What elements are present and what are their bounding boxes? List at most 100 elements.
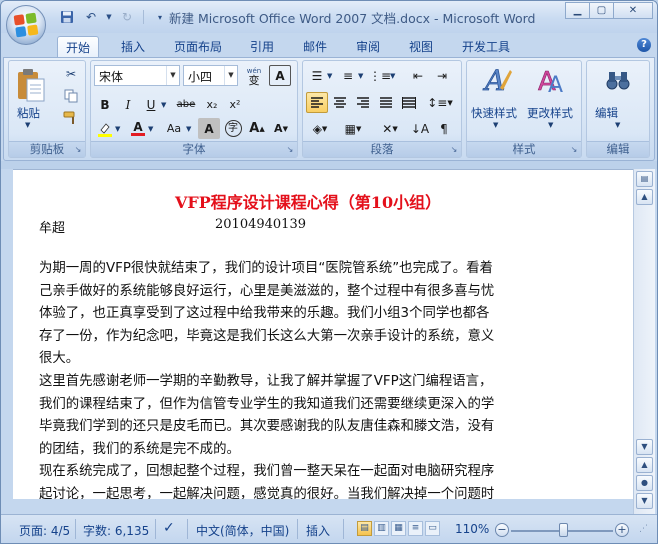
paste-icon[interactable] [15, 65, 47, 105]
format-painter-icon[interactable] [61, 109, 81, 127]
highlight-button[interactable] [94, 118, 116, 139]
tab-insert[interactable]: 插入 [113, 36, 153, 57]
draft-view-icon[interactable]: ▭ [425, 521, 440, 536]
language-indicator[interactable]: 中文(简体，中国) [196, 522, 289, 539]
tab-review[interactable]: 审阅 [348, 36, 388, 57]
previous-page-icon[interactable]: ▲ [636, 457, 653, 473]
copy-icon[interactable] [61, 87, 81, 105]
editing-dropdown-icon[interactable]: ▼ [615, 121, 620, 129]
vertical-scrollbar[interactable]: ▤ ▲ ▼ ▲ ● ▼ [633, 169, 655, 514]
shrink-font-button[interactable]: A ▼ [270, 118, 292, 139]
grow-font-button[interactable]: A ▲ [246, 118, 268, 139]
redo-icon[interactable]: ↻ [117, 8, 137, 26]
editing-button[interactable]: 编辑 [595, 105, 618, 121]
multilevel-dropdown-icon[interactable]: ▼ [390, 72, 395, 80]
font-launcher-icon[interactable]: ↘ [285, 145, 295, 155]
outline-view-icon[interactable]: ≡ [408, 521, 423, 536]
change-styles-dropdown-icon[interactable]: ▼ [548, 121, 553, 129]
font-color-button[interactable]: A [127, 118, 149, 139]
tab-developer[interactable]: 开发工具 [454, 36, 518, 57]
line-spacing-icon[interactable]: ↕≡ ▼ [425, 92, 455, 113]
change-styles-button[interactable]: 更改样式 [527, 105, 573, 121]
multilevel-list-icon[interactable]: ⋮≡ [369, 65, 391, 86]
justify-icon[interactable] [375, 92, 397, 113]
tab-page-layout[interactable]: 页面布局 [166, 36, 230, 57]
change-case-dropdown-icon[interactable]: ▼ [186, 125, 191, 133]
align-center-icon[interactable] [329, 92, 351, 113]
clipboard-launcher-icon[interactable]: ↘ [73, 145, 83, 155]
numbering-dropdown-icon[interactable]: ▼ [358, 72, 363, 80]
underline-button[interactable]: U [140, 94, 162, 115]
binoculars-icon[interactable] [603, 65, 633, 95]
shading-icon[interactable]: ◈ ▼ [306, 118, 334, 139]
browse-object-icon[interactable]: ● [636, 475, 653, 491]
full-screen-reading-icon[interactable]: ▥ [374, 521, 389, 536]
undo-icon[interactable]: ↶ [81, 8, 101, 26]
numbering-icon[interactable]: ≡ [337, 65, 359, 86]
font-color-dropdown-icon[interactable]: ▼ [148, 125, 153, 133]
scroll-up-icon[interactable]: ▲ [636, 189, 653, 205]
tab-home[interactable]: 开始 [57, 36, 100, 57]
tab-mailings[interactable]: 邮件 [295, 36, 335, 57]
print-layout-icon[interactable]: ▤ [357, 521, 372, 536]
quick-styles-icon[interactable]: A [481, 63, 515, 97]
change-case-button[interactable]: Aa [161, 118, 187, 139]
enclose-characters-button[interactable]: 字 [222, 118, 244, 139]
proofing-icon[interactable]: ✓ [163, 520, 175, 536]
align-right-icon[interactable] [352, 92, 374, 113]
ruler-toggle-icon[interactable]: ▤ [636, 171, 653, 187]
distributed-icon[interactable] [398, 92, 420, 113]
undo-dropdown-icon[interactable]: ▼ [105, 8, 113, 26]
show-marks-icon[interactable]: ¶ [433, 118, 455, 139]
page-indicator[interactable]: 页面: 4/5 [19, 522, 70, 539]
document-page[interactable]: VFP程序设计课程心得（第10小组） 牟超 20104940139 为期一周的V… [13, 169, 633, 499]
character-shading-button[interactable]: A [198, 118, 220, 139]
tab-references[interactable]: 引用 [242, 36, 282, 57]
italic-button[interactable]: I [117, 94, 139, 115]
font-size-dropdown-icon[interactable]: ▼ [224, 66, 237, 85]
paste-dropdown-icon[interactable]: ▼ [25, 121, 30, 129]
character-border-button[interactable]: A [269, 65, 291, 86]
font-name-dropdown-icon[interactable]: ▼ [166, 66, 179, 85]
next-page-icon[interactable]: ▼ [636, 493, 653, 509]
web-layout-icon[interactable]: ▦ [391, 521, 406, 536]
decrease-indent-icon[interactable]: ⇤ [407, 65, 429, 86]
align-left-icon[interactable] [306, 92, 328, 113]
phonetic-guide-button[interactable]: wén 变 [242, 65, 266, 86]
quick-styles-button[interactable]: 快速样式 [471, 105, 517, 121]
superscript-button[interactable]: x² [224, 94, 246, 115]
paste-button[interactable]: 粘贴 [17, 105, 40, 121]
zoom-level[interactable]: 110% [455, 522, 489, 536]
minimize-button[interactable]: ▁ [565, 2, 590, 19]
zoom-in-button[interactable]: + [615, 523, 629, 537]
change-styles-icon[interactable]: AA [535, 63, 569, 97]
customize-qat-icon[interactable]: ▾ [150, 8, 170, 26]
subscript-button[interactable]: x₂ [201, 94, 223, 115]
styles-launcher-icon[interactable]: ↘ [569, 145, 579, 155]
resize-grip-icon[interactable]: ⋰ [639, 524, 648, 534]
close-button[interactable]: ✕ [613, 2, 653, 19]
save-icon[interactable] [57, 8, 77, 26]
highlight-dropdown-icon[interactable]: ▼ [115, 125, 120, 133]
word-count[interactable]: 字数: 6,135 [83, 522, 149, 539]
zoom-out-button[interactable]: − [495, 523, 509, 537]
scroll-down-icon[interactable]: ▼ [636, 439, 653, 455]
maximize-button[interactable]: ▢ [589, 2, 614, 19]
underline-dropdown-icon[interactable]: ▼ [161, 101, 166, 109]
bullets-dropdown-icon[interactable]: ▼ [327, 72, 332, 80]
font-size-combo[interactable]: 小四 ▼ [183, 65, 238, 86]
bold-button[interactable]: B [94, 94, 116, 115]
bullets-icon[interactable]: ☰ [306, 65, 328, 86]
font-name-combo[interactable]: 宋体 ▼ [94, 65, 180, 86]
chinese-layout-icon[interactable]: ✕ ▼ [375, 118, 405, 139]
quick-styles-dropdown-icon[interactable]: ▼ [493, 121, 498, 129]
paragraph-launcher-icon[interactable]: ↘ [449, 145, 459, 155]
increase-indent-icon[interactable]: ⇥ [431, 65, 453, 86]
tab-view[interactable]: 视图 [401, 36, 441, 57]
office-button[interactable] [6, 5, 46, 45]
insert-mode[interactable]: 插入 [306, 522, 330, 539]
borders-icon[interactable]: ▦ ▼ [339, 118, 367, 139]
strikethrough-button[interactable]: abe [173, 94, 199, 115]
help-icon[interactable]: ? [637, 38, 651, 52]
cut-icon[interactable]: ✂ [61, 65, 81, 83]
